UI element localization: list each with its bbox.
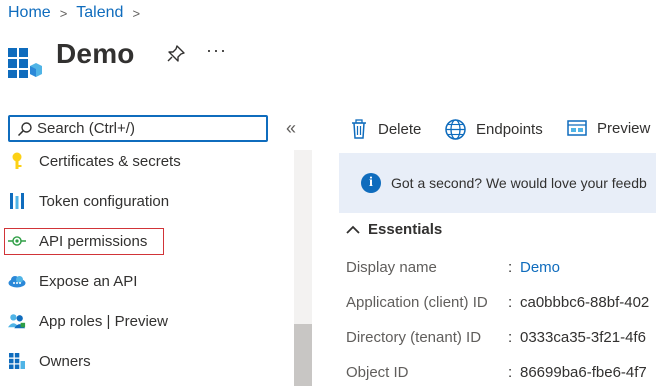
selected-item-highlight [4, 228, 164, 255]
object-id-label: Object ID [346, 364, 409, 381]
essentials-title: Essentials [368, 221, 443, 238]
sidebar-item-expose-an-api[interactable]: Expose an API [0, 264, 294, 298]
info-icon: i [361, 173, 381, 193]
display-name-link[interactable]: Demo [520, 259, 560, 276]
search-input[interactable] [37, 120, 247, 137]
sidebar-item-token-configuration[interactable]: Token configuration [0, 184, 294, 218]
chevron-up-icon [346, 225, 360, 234]
breadcrumb-talend-link[interactable]: Talend [76, 4, 123, 22]
token-bars-icon [8, 192, 26, 210]
application-id-value: ca0bbbc6-88bf-402 [520, 294, 650, 311]
search-icon [17, 121, 32, 136]
separator-colon: : [508, 364, 513, 381]
directory-id-label: Directory (tenant) ID [346, 329, 482, 346]
sidebar: Certificates & secrets Token configurati… [0, 150, 294, 386]
endpoints-label: Endpoints [476, 121, 543, 138]
preview-label: Preview [597, 119, 651, 137]
object-id-value: 86699ba6-fbe6-4f7 [520, 364, 647, 381]
sidebar-scrollbar[interactable] [294, 150, 312, 386]
people-icon [8, 312, 26, 330]
essentials-toggle[interactable]: Essentials [346, 221, 442, 238]
separator-colon: : [508, 329, 513, 346]
breadcrumb-separator: > [59, 5, 68, 21]
banner-text: Got a second? We would love your feedb [391, 175, 647, 191]
delete-label: Delete [378, 120, 422, 138]
more-options-button[interactable]: ··· [206, 40, 227, 61]
sidebar-item-label: Certificates & secrets [39, 152, 181, 170]
application-id-label: Application (client) ID [346, 294, 488, 311]
separator-colon: : [508, 259, 513, 276]
grid-icon [8, 352, 26, 370]
preview-icon [567, 120, 587, 136]
breadcrumb-separator: > [132, 5, 141, 21]
directory-id-value: 0333ca35-3f21-4f6 [520, 329, 646, 346]
sidebar-item-owners[interactable]: Owners [0, 344, 294, 378]
cloud-icon [8, 272, 26, 290]
sidebar-item-label: App roles | Preview [39, 312, 168, 330]
pin-icon[interactable] [166, 44, 186, 64]
sidebar-item-app-roles[interactable]: App roles | Preview [0, 304, 294, 338]
search-box[interactable] [8, 115, 268, 142]
endpoints-button[interactable]: Endpoints [445, 119, 543, 140]
page-title: Demo [56, 38, 135, 69]
breadcrumb: Home > Talend > [8, 4, 149, 22]
breadcrumb-home-link[interactable]: Home [8, 4, 51, 22]
key-icon [8, 152, 26, 170]
display-name-label: Display name [346, 259, 437, 276]
sidebar-item-label: Token configuration [39, 192, 170, 210]
sidebar-item-certificates-secrets[interactable]: Certificates & secrets [0, 144, 294, 178]
collapse-sidebar-button[interactable]: « [286, 118, 296, 139]
preview-button[interactable]: Preview [567, 119, 650, 137]
scrollbar-thumb[interactable] [294, 324, 312, 386]
separator-colon: : [508, 294, 513, 311]
trash-icon [352, 119, 366, 139]
app-registration-icon [8, 48, 42, 78]
delete-button[interactable]: Delete [350, 119, 421, 139]
globe-icon [445, 119, 466, 140]
sidebar-item-label: Expose an API [39, 272, 138, 290]
sidebar-item-label: Owners [39, 352, 91, 370]
feedback-banner[interactable]: i Got a second? We would love your feedb [339, 153, 656, 213]
